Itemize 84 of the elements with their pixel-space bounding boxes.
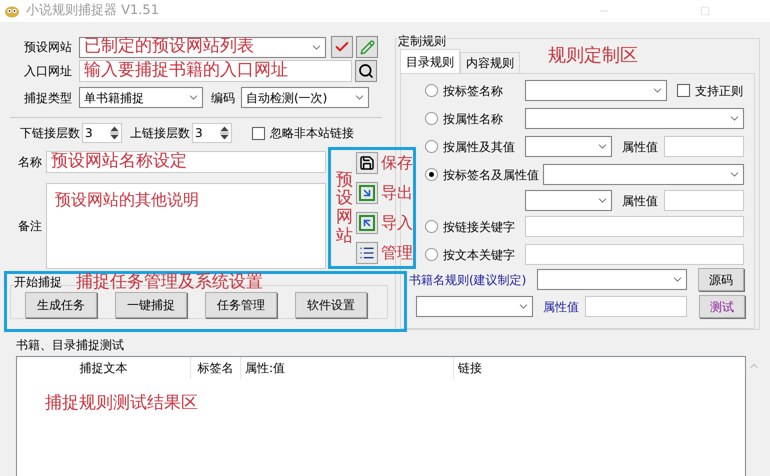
notes-field[interactable]: 预设网站的其他说明: [46, 183, 326, 269]
push-button[interactable]: 源码: [698, 268, 744, 291]
window-title: 小说规则捕捉器 V1.51: [26, 2, 159, 20]
field-label: 按链接关键字: [443, 218, 516, 236]
field-label: 捕捉类型: [23, 90, 73, 106]
search-icon: [358, 63, 374, 79]
field-label: 预设网站: [23, 39, 73, 56]
annotation-text: 捕捉任务管理及系统设置: [76, 274, 263, 291]
annotation-text: 预设网站: [336, 170, 353, 246]
radio-button[interactable]: [425, 140, 438, 153]
tab[interactable]: 内容规则: [460, 52, 520, 73]
icon-button[interactable]: [356, 242, 378, 264]
field-label: 忽略非本站链接: [270, 125, 354, 142]
radio-button[interactable]: [425, 168, 438, 181]
combo-box[interactable]: [537, 269, 687, 290]
combo-box[interactable]: 自动检测(一次): [241, 87, 369, 108]
import-icon: [359, 215, 375, 231]
push-button[interactable]: 任务管理: [205, 292, 277, 318]
annotation-text: 保存: [381, 152, 413, 174]
combo-box[interactable]: [543, 164, 744, 185]
field-label: 下链接层数: [20, 125, 80, 142]
field-label: 按属性及其值: [443, 138, 516, 156]
field-label: 上链接层数: [130, 125, 190, 142]
push-button[interactable]: 一键捕捉: [115, 292, 187, 318]
combo-box[interactable]: [525, 190, 612, 211]
field-label: 编码: [211, 90, 235, 106]
checkbox[interactable]: [252, 126, 265, 140]
annotation-text: 捕捉规则测试结果区: [45, 392, 199, 415]
pencil-icon: [360, 40, 374, 54]
field-label: 按属性名称: [443, 110, 504, 128]
combo-box[interactable]: 已制定的预设网站列表: [79, 36, 326, 58]
group-title: 开始捕捉: [14, 274, 62, 291]
combo-box[interactable]: 单书籍捕捉: [79, 87, 203, 108]
search-button[interactable]: [355, 60, 377, 82]
radio-button[interactable]: [425, 220, 438, 233]
field-label: 按文本关键字: [443, 246, 516, 264]
list-icon: [359, 245, 375, 261]
spin-field[interactable]: 3: [192, 123, 232, 143]
input-field[interactable]: 输入要捕捉书籍的入口网址: [79, 60, 352, 82]
combo-box[interactable]: [416, 296, 533, 317]
stepper-icon[interactable]: [220, 126, 229, 140]
column-header[interactable]: 捕捉文本: [17, 357, 191, 379]
field-label: 属性值: [622, 138, 658, 156]
input-field[interactable]: [525, 216, 744, 237]
group-title: 书籍、目录捕捉测试: [16, 338, 125, 352]
column-header[interactable]: 属性:值: [241, 357, 454, 379]
field-label: 按标签名称: [443, 82, 504, 100]
input-field[interactable]: [664, 190, 744, 211]
stepper-icon[interactable]: [110, 126, 119, 140]
push-button[interactable]: 软件设置: [295, 292, 367, 318]
push-button[interactable]: 生成任务: [25, 292, 97, 318]
annotation-text: 规则定制区: [548, 44, 638, 68]
radio-button[interactable]: [425, 84, 438, 97]
field-label: 按标签名及属性值: [443, 166, 539, 184]
column-header[interactable]: 链接: [454, 357, 745, 379]
tab[interactable]: 目录规则: [400, 49, 460, 73]
app-icon: [4, 4, 20, 18]
annotation-text: 管理: [381, 242, 413, 264]
field-label: 属性值: [622, 192, 658, 210]
checkbox[interactable]: [677, 84, 690, 97]
input-field[interactable]: [664, 136, 744, 157]
save-icon: [359, 155, 375, 171]
combo-box[interactable]: [525, 108, 744, 129]
combo-box[interactable]: [525, 136, 612, 157]
radio-button[interactable]: [425, 248, 438, 261]
combo-box[interactable]: [525, 80, 667, 101]
field-label: 名称: [17, 154, 43, 171]
field-label: 支持正则: [695, 82, 743, 100]
field-label: 属性值: [543, 298, 579, 316]
input-field[interactable]: [525, 244, 744, 265]
apply-button[interactable]: [331, 36, 353, 58]
field-label: 书籍名规则(建议制定): [409, 272, 528, 288]
export-icon: [359, 185, 375, 201]
input-field[interactable]: [585, 296, 687, 317]
field-label: 备注: [17, 218, 43, 235]
field-label: 入口网址: [23, 63, 73, 80]
push-button[interactable]: 测试: [699, 295, 745, 318]
input-field[interactable]: 预设网站名称设定: [46, 151, 326, 173]
spin-field[interactable]: 3: [82, 123, 122, 143]
column-header[interactable]: 标签名: [191, 357, 241, 379]
annotation-text: 导出: [381, 182, 413, 204]
radio-button[interactable]: [425, 112, 438, 125]
annotation-text: 导入: [381, 212, 413, 234]
icon-button[interactable]: [356, 152, 378, 174]
